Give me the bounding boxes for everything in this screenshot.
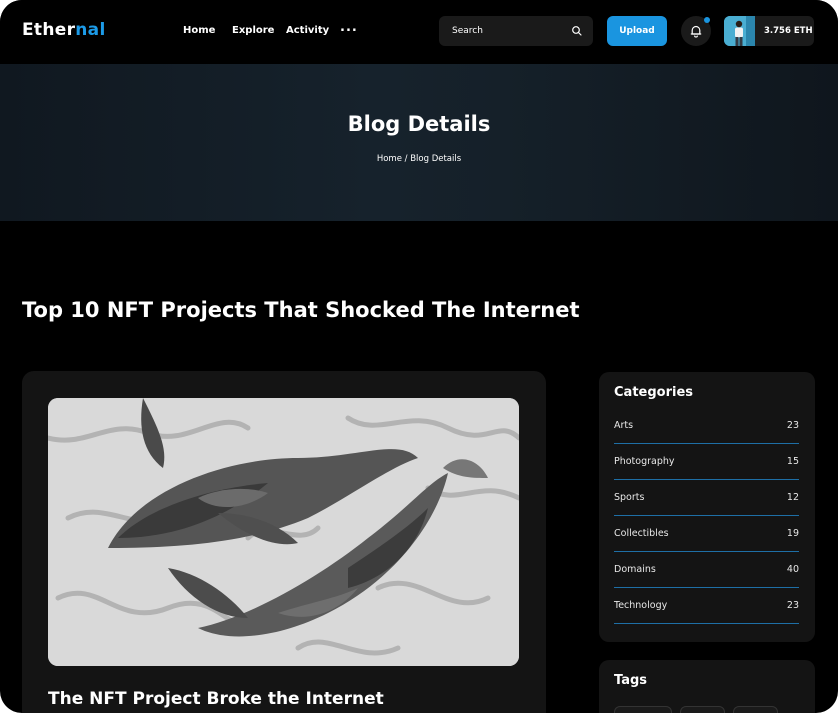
notification-button[interactable] — [681, 16, 711, 46]
category-count: 12 — [786, 492, 799, 503]
category-name: Technology — [614, 600, 668, 611]
category-item[interactable]: Photography 15 — [614, 444, 799, 480]
logo[interactable]: Ethernal — [22, 20, 106, 40]
tag-chip[interactable] — [614, 706, 672, 713]
category-count: 23 — [786, 600, 799, 611]
post-title: Top 10 NFT Projects That Shocked The Int… — [22, 298, 580, 322]
post-image — [48, 398, 519, 666]
avatar — [724, 16, 755, 46]
tag-chip[interactable] — [733, 706, 778, 713]
nav-activity[interactable]: Activity — [286, 25, 329, 36]
category-count: 19 — [786, 528, 799, 539]
category-item[interactable]: Collectibles 19 — [614, 516, 799, 552]
categories-heading: Categories — [614, 385, 694, 400]
nav-explore[interactable]: Explore — [232, 25, 274, 36]
logo-text-part1: Ether — [22, 20, 76, 40]
categories-widget: Categories Arts 23 Photography 15 Sports… — [599, 372, 815, 642]
tags-heading: Tags — [614, 673, 648, 688]
category-name: Arts — [614, 420, 634, 431]
breadcrumb: Home / Blog Details — [376, 154, 462, 164]
category-count: 23 — [786, 420, 799, 431]
category-name: Domains — [614, 564, 656, 575]
category-item[interactable]: Sports 12 — [614, 480, 799, 516]
tags-widget: Tags — [599, 660, 815, 713]
eth-balance: 3.756 ETH — [764, 26, 813, 36]
post-card: The NFT Project Broke the Internet — [22, 371, 546, 713]
nav-more-menu[interactable]: ... — [340, 20, 358, 35]
page-frame: Ethernal Home Explore Activity ... Uploa… — [0, 0, 838, 713]
search-box — [439, 16, 593, 46]
upload-button[interactable]: Upload — [607, 16, 667, 46]
category-name: Sports — [614, 492, 645, 503]
page-banner: Blog Details Home / Blog Details — [0, 64, 838, 221]
category-item[interactable]: Arts 23 — [614, 408, 799, 444]
notification-dot — [704, 17, 710, 23]
search-icon[interactable] — [571, 25, 583, 37]
search-input[interactable] — [439, 16, 569, 46]
nav-home[interactable]: Home — [183, 25, 215, 36]
bell-icon — [690, 25, 702, 38]
tag-chip[interactable] — [680, 706, 725, 713]
page-title: Blog Details — [347, 112, 491, 136]
post-card-heading: The NFT Project Broke the Internet — [48, 689, 384, 709]
category-count: 40 — [786, 564, 799, 575]
categories-list: Arts 23 Photography 15 Sports 12 Collect… — [614, 408, 799, 624]
category-name: Collectibles — [614, 528, 669, 539]
category-name: Photography — [614, 456, 675, 467]
category-count: 15 — [786, 456, 799, 467]
wallet-profile[interactable]: 3.756 ETH — [724, 16, 814, 46]
logo-text-part2: nal — [75, 20, 106, 40]
top-header: Ethernal Home Explore Activity ... Uploa… — [0, 0, 838, 64]
category-item[interactable]: Domains 40 — [614, 552, 799, 588]
category-item[interactable]: Technology 23 — [614, 588, 799, 624]
